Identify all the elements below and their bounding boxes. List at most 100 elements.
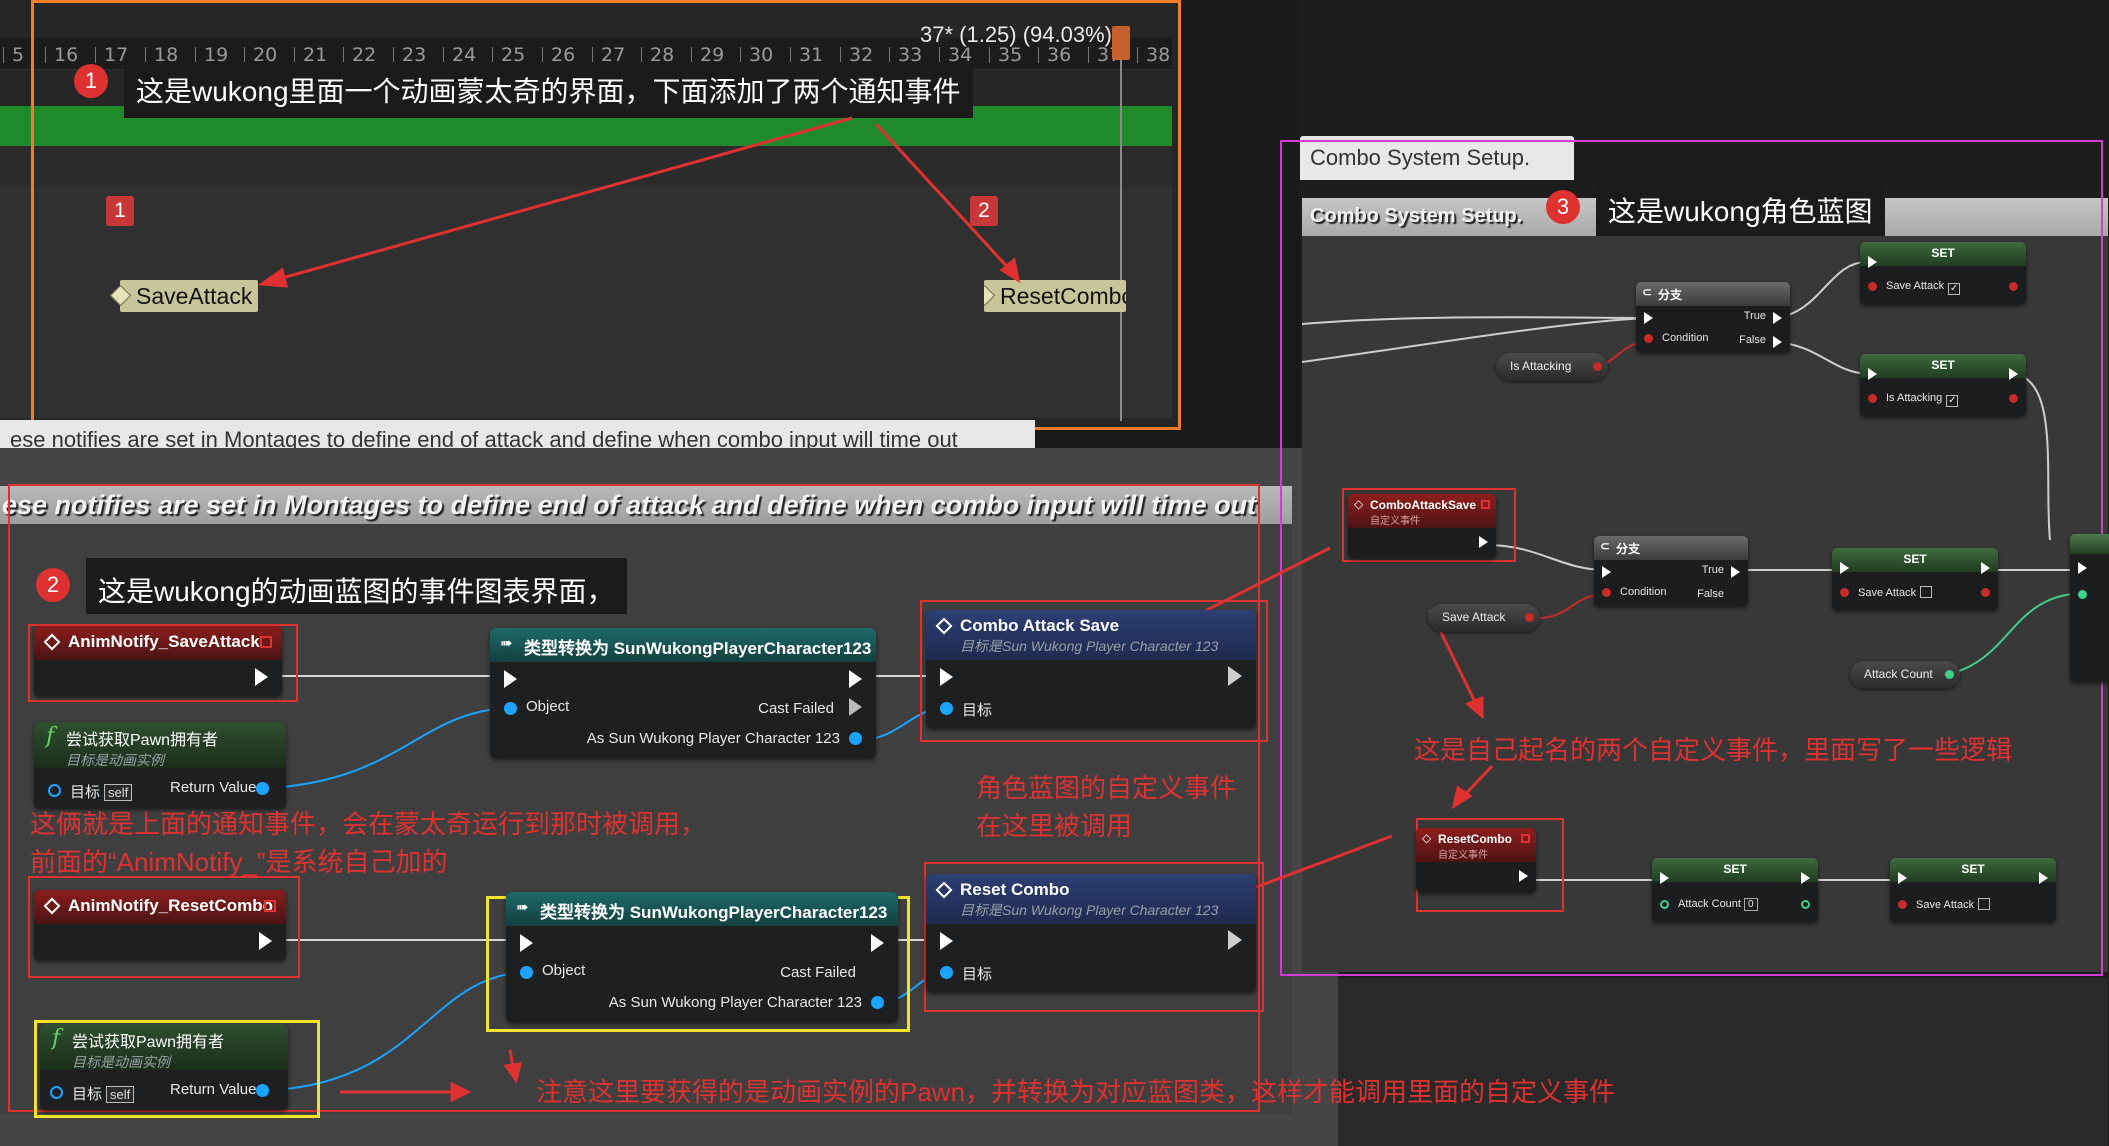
cast-node-header[interactable]: ➠ 类型转换为 SunWukongPlayerCharacter123	[506, 892, 898, 926]
attack-count-value-input[interactable]: 0	[1744, 898, 1758, 911]
exec-in-pin-icon[interactable]	[1644, 312, 1653, 324]
branch-node-2[interactable]: ⊂ 分支 True Condition False	[1594, 536, 1748, 606]
exec-in-pin-icon[interactable]	[504, 670, 517, 688]
exec-out-pin-icon[interactable]	[2009, 368, 2018, 380]
bool-out-pin-icon[interactable]	[1981, 588, 1990, 597]
function-node-header[interactable]: f 尝试获取Pawn拥有者 目标是动画实例	[34, 722, 286, 768]
bool-out-pin-icon[interactable]	[2009, 394, 2018, 403]
set-node-header[interactable]: SET	[1652, 858, 1818, 882]
condition-pin-icon[interactable]	[1602, 588, 1611, 597]
event-node-header[interactable]: AnimNotify_SaveAttack	[34, 626, 282, 660]
exec-out-pin-icon[interactable]	[259, 932, 272, 950]
target-pin-icon[interactable]	[50, 1086, 63, 1099]
cast-node-header[interactable]: ➠ 类型转换为 SunWukongPlayerCharacter123	[490, 628, 876, 662]
set-node-header[interactable]: SET	[1890, 858, 2056, 882]
call-node-header[interactable]: Combo Attack Save 目标是Sun Wukong Player C…	[926, 610, 1256, 660]
target-pin-icon[interactable]	[48, 784, 61, 797]
object-pin-icon[interactable]	[520, 966, 533, 979]
branch-node-header[interactable]: ⊂ 分支	[1636, 282, 1790, 306]
function-node-try-get-pawn-owner[interactable]: f 尝试获取Pawn拥有者 目标是动画实例 目标 self Return Valu…	[34, 722, 286, 808]
exec-out-pin-icon[interactable]	[1519, 870, 1528, 882]
set-node-header[interactable]: SET	[1860, 354, 2026, 378]
set-node-save-attack-3[interactable]: SET Save Attack	[1890, 858, 2056, 922]
event-node-anim-notify-reset-combo[interactable]: AnimNotify_ResetCombo	[34, 890, 286, 960]
call-node-combo-attack-save[interactable]: Combo Attack Save 目标是Sun Wukong Player C…	[926, 610, 1256, 728]
call-node-reset-combo[interactable]: Reset Combo 目标是Sun Wukong Player Charact…	[926, 874, 1256, 992]
branch-node-1[interactable]: ⊂ 分支 True Condition False	[1636, 282, 1790, 352]
exec-in-pin-icon[interactable]	[940, 932, 953, 950]
false-pin-icon[interactable]	[1731, 590, 1740, 602]
set-node-header[interactable]: SET	[1860, 242, 2026, 266]
function-node-header[interactable]: f 尝试获取Pawn拥有者 目标是动画实例	[40, 1024, 288, 1070]
exec-in-pin-icon[interactable]	[1868, 256, 1877, 268]
set-node-attack-count[interactable]: SET Attack Count 0	[1652, 858, 1818, 922]
custom-event-header[interactable]: ◇ ResetCombo 自定义事件	[1416, 828, 1536, 862]
true-pin-icon[interactable]	[1773, 312, 1782, 324]
exec-in-pin-icon[interactable]	[940, 668, 953, 686]
exec-in-pin-icon[interactable]	[1660, 872, 1669, 884]
set-node-header[interactable]: SET	[1832, 548, 1998, 572]
target-pin-icon[interactable]	[940, 702, 953, 715]
set-node-is-attacking[interactable]: SET Is Attacking ✓	[1860, 354, 2026, 416]
cast-failed-pin-icon[interactable]	[849, 698, 862, 716]
delegate-pin-icon[interactable]	[1481, 500, 1490, 509]
save-attack-checkbox[interactable]: ✓	[1948, 283, 1961, 295]
object-pin-icon[interactable]	[504, 702, 517, 715]
target-pin-icon[interactable]	[940, 966, 953, 979]
int-pin-icon[interactable]	[1945, 670, 1954, 679]
save-attack-checkbox[interactable]	[1978, 898, 1991, 910]
delegate-pin-icon[interactable]	[1521, 834, 1530, 843]
bool-pin-icon[interactable]	[1898, 900, 1907, 909]
exec-out-pin-icon[interactable]	[1479, 536, 1488, 548]
int-pin-icon[interactable]	[1660, 900, 1669, 909]
call-node-header[interactable]: Reset Combo 目标是Sun Wukong Player Charact…	[926, 874, 1256, 924]
int-pin-icon[interactable]	[2078, 590, 2087, 599]
cast-as-pin-icon[interactable]	[871, 996, 884, 1009]
true-pin-icon[interactable]	[1731, 566, 1740, 578]
function-node-try-get-pawn-owner-2[interactable]: f 尝试获取Pawn拥有者 目标是动画实例 目标 self Return Valu…	[40, 1024, 288, 1110]
exec-in-pin-icon[interactable]	[2078, 562, 2087, 574]
exec-in-pin-icon[interactable]	[520, 934, 533, 952]
var-attack-count-getter[interactable]: Attack Count	[1850, 661, 1960, 689]
bool-pin-icon[interactable]	[1593, 362, 1602, 371]
set-node-save-attack-1[interactable]: SET Save Attack ✓	[1860, 242, 2026, 304]
save-attack-checkbox[interactable]	[1920, 586, 1933, 598]
exec-in-pin-icon[interactable]	[1868, 368, 1877, 380]
custom-event-reset-combo[interactable]: ◇ ResetCombo 自定义事件	[1416, 828, 1536, 892]
event-node-header[interactable]: AnimNotify_ResetCombo	[34, 890, 286, 924]
bool-pin-icon[interactable]	[1868, 394, 1877, 403]
custom-event-header[interactable]: ◇ ComboAttackSave 自定义事件	[1348, 494, 1496, 528]
delegate-pin-icon[interactable]	[260, 636, 272, 648]
cast-node-sun-wukong-2[interactable]: ➠ 类型转换为 SunWukongPlayerCharacter123 Obje…	[506, 892, 898, 1022]
delegate-pin-icon[interactable]	[264, 900, 276, 912]
return-value-pin-icon[interactable]	[256, 1084, 269, 1097]
bool-pin-icon[interactable]	[1868, 282, 1877, 291]
return-value-pin-icon[interactable]	[256, 782, 269, 795]
int-out-pin-icon[interactable]	[1801, 900, 1810, 909]
exec-in-pin-icon[interactable]	[1840, 562, 1849, 574]
exec-out-pin-icon[interactable]	[1981, 562, 1990, 574]
exec-out-pin-icon[interactable]	[2039, 872, 2048, 884]
bool-pin-icon[interactable]	[1525, 613, 1534, 622]
is-attacking-checkbox[interactable]: ✓	[1946, 395, 1959, 407]
set-node-save-attack-2[interactable]: SET Save Attack	[1832, 548, 1998, 610]
bool-pin-icon[interactable]	[1840, 588, 1849, 597]
offscreen-node[interactable]	[2070, 534, 2109, 682]
branch-node-header[interactable]: ⊂ 分支	[1594, 536, 1748, 560]
exec-out-pin-icon[interactable]	[849, 670, 862, 688]
bool-out-pin-icon[interactable]	[2009, 282, 2018, 291]
cast-node-sun-wukong-1[interactable]: ➠ 类型转换为 SunWukongPlayerCharacter123 Obje…	[490, 628, 876, 758]
custom-event-combo-attack-save[interactable]: ◇ ComboAttackSave 自定义事件	[1348, 494, 1496, 558]
exec-in-pin-icon[interactable]	[1898, 872, 1907, 884]
false-pin-icon[interactable]	[1773, 336, 1782, 348]
exec-out-pin-icon[interactable]	[871, 934, 884, 952]
var-is-attacking-getter[interactable]: Is Attacking	[1496, 353, 1608, 381]
cast-as-pin-icon[interactable]	[849, 732, 862, 745]
var-save-attack-getter[interactable]: Save Attack	[1428, 604, 1540, 632]
event-node-anim-notify-save-attack[interactable]: AnimNotify_SaveAttack	[34, 626, 282, 696]
exec-out-pin-icon[interactable]	[1801, 872, 1810, 884]
exec-out-pin-icon[interactable]	[2009, 256, 2018, 268]
exec-in-pin-icon[interactable]	[1602, 566, 1611, 578]
condition-pin-icon[interactable]	[1644, 334, 1653, 343]
cast-failed-pin-icon[interactable]	[871, 962, 884, 980]
